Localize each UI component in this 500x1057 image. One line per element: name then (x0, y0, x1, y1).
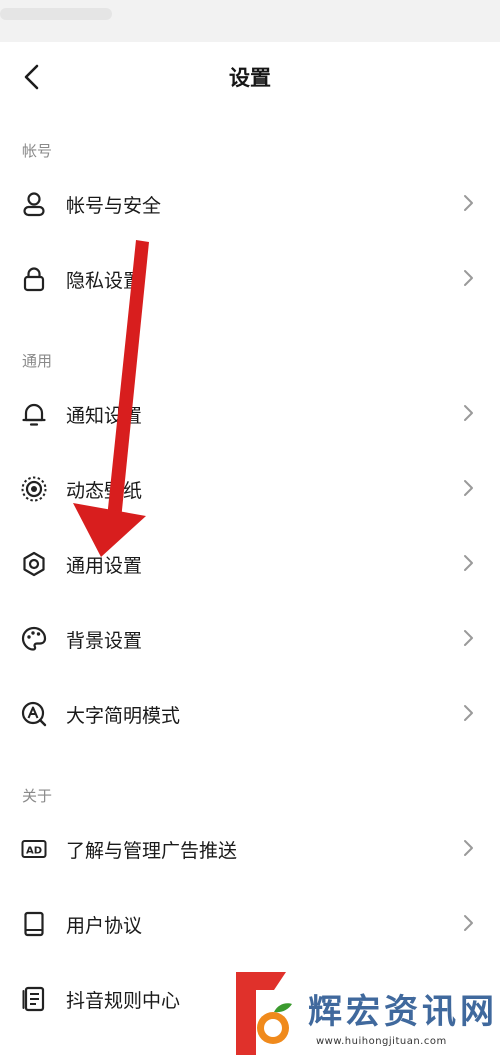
bell-icon (22, 403, 46, 426)
settings-item-label: 大字简明模式 (66, 705, 181, 727)
ad-icon: AD (21, 840, 47, 858)
page-title: 设置 (229, 66, 271, 90)
chevron-right-icon (464, 405, 473, 421)
settings-item-label: 通知设置 (66, 405, 143, 427)
status-bar (0, 0, 500, 42)
settings-item-notifications[interactable]: 通知设置 (0, 377, 500, 449)
settings-item-background[interactable]: 背景设置 (0, 602, 500, 674)
chevron-right-icon (464, 195, 473, 211)
settings-item-label: 了解与管理广告推送 (66, 840, 238, 862)
chevron-right-icon (464, 840, 473, 856)
chevron-right-icon (464, 480, 473, 496)
section-label-account: 帐号 (22, 142, 53, 160)
chevron-right-icon (464, 705, 473, 721)
watermark-url: www.huihongjituan.com (316, 1036, 447, 1047)
settings-screen: 设置 帐号 帐号与安全 隐私设置 通用 通知设置 动态壁纸 通用设置 背景设置 … (0, 0, 500, 1057)
section-label-general: 通用 (22, 352, 53, 370)
dynamic-wallpaper-icon (21, 476, 47, 502)
chevron-right-icon (464, 270, 473, 286)
section-label-about: 关于 (22, 787, 53, 805)
settings-item-label: 通用设置 (66, 555, 143, 577)
settings-item-user-agreement[interactable]: 用户协议 (0, 887, 500, 959)
book-icon (24, 911, 44, 937)
settings-item-large-font-mode[interactable]: 大字简明模式 (0, 677, 500, 749)
palette-icon (21, 626, 47, 651)
settings-item-label: 帐号与安全 (66, 195, 162, 217)
rules-document-icon (22, 986, 45, 1012)
large-font-icon (21, 701, 47, 727)
chevron-right-icon (464, 915, 473, 931)
gear-icon (23, 551, 45, 577)
settings-item-label: 动态壁纸 (66, 480, 143, 502)
header-bar: 设置 (0, 44, 500, 108)
settings-item-dynamic-wallpaper[interactable]: 动态壁纸 (0, 452, 500, 524)
settings-item-general-settings[interactable]: 通用设置 (0, 527, 500, 599)
chevron-right-icon (464, 555, 473, 571)
status-bar-placeholder (0, 8, 112, 20)
settings-item-account-security[interactable]: 帐号与安全 (0, 167, 500, 239)
chevron-right-icon (464, 630, 473, 646)
settings-item-label: 背景设置 (66, 630, 143, 652)
person-icon (23, 192, 45, 217)
settings-item-ad-management[interactable]: AD 了解与管理广告推送 (0, 812, 500, 884)
settings-item-label: 用户协议 (66, 915, 143, 937)
settings-item-rules-center[interactable]: 抖音规则中心 (0, 962, 500, 1034)
svg-text:AD: AD (26, 846, 42, 857)
lock-icon (23, 267, 45, 292)
settings-item-label: 抖音规则中心 (66, 990, 181, 1012)
settings-item-privacy[interactable]: 隐私设置 (0, 242, 500, 314)
settings-item-label: 隐私设置 (66, 270, 143, 292)
